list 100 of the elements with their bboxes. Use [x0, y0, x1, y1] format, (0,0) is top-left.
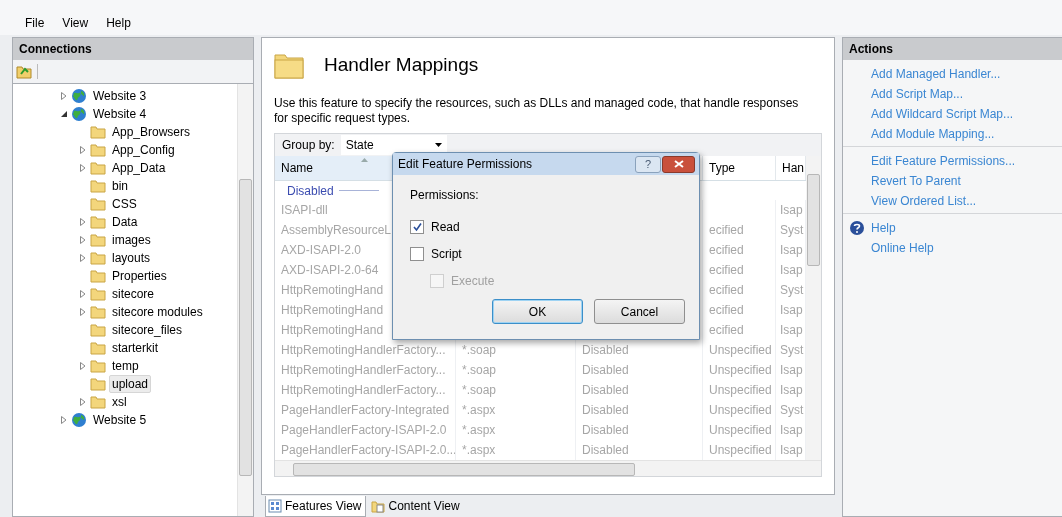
action-link[interactable]: Add Wildcard Script Map... — [871, 107, 1014, 121]
action-link[interactable]: Edit Feature Permissions... — [871, 154, 1016, 168]
folder-page-icon — [371, 499, 386, 513]
tree-item[interactable]: Properties — [109, 267, 170, 285]
collapsed-arrow-icon[interactable] — [60, 92, 68, 100]
tree-item[interactable]: sitecore — [109, 285, 158, 303]
tree-item[interactable]: App_Browsers — [109, 123, 194, 141]
tree-item[interactable]: bin — [109, 177, 131, 195]
collapsed-arrow-icon[interactable] — [79, 254, 87, 262]
checkbox[interactable] — [410, 219, 424, 234]
tree-item[interactable]: Data — [109, 213, 141, 231]
globe-icon — [71, 88, 87, 104]
dialog-button[interactable]: OK — [492, 299, 583, 324]
help-icon — [849, 220, 865, 236]
panel-title: Actions — [843, 38, 1062, 60]
table-cell: Disabled — [576, 420, 703, 440]
action-link[interactable]: Revert To Parent — [871, 174, 961, 188]
grid-icon — [268, 499, 282, 513]
tree-item[interactable]: starterkit — [109, 339, 161, 357]
menu-item[interactable]: View — [53, 13, 98, 32]
tree-item[interactable]: temp — [109, 357, 142, 375]
caret-icon — [434, 143, 442, 147]
scrollbar[interactable] — [806, 156, 821, 460]
folder-icon — [90, 214, 106, 230]
view-tab[interactable]: Features View — [265, 496, 367, 517]
table-cell: *.soap — [456, 360, 576, 380]
menu-item[interactable]: File — [16, 13, 54, 32]
table-cell: *.soap — [456, 380, 576, 400]
table-cell: PageHandlerFactory-ISAPI-2.0 — [275, 420, 456, 440]
folder-icon — [90, 286, 106, 302]
folder-icon — [90, 124, 106, 140]
folder-icon — [90, 268, 106, 284]
collapsed-arrow-icon[interactable] — [79, 362, 87, 370]
table-cell: Unspecified — [703, 340, 776, 360]
action-link[interactable]: Add Module Mapping... — [871, 127, 995, 141]
tree-item[interactable]: upload — [109, 375, 152, 393]
group-header[interactable]: Disabled — [287, 183, 334, 198]
table-cell: Unspecified — [703, 400, 776, 420]
table-cell: *.aspx — [456, 420, 576, 440]
collapsed-arrow-icon[interactable] — [79, 218, 87, 226]
folder-icon — [90, 340, 106, 356]
action-link[interactable]: Add Script Map... — [871, 87, 964, 101]
action-link[interactable]: View Ordered List... — [871, 194, 977, 208]
folder-icon — [90, 196, 106, 212]
dialog-button[interactable]: Cancel — [594, 299, 685, 324]
collapsed-arrow-icon[interactable] — [60, 416, 68, 424]
folder-icon — [90, 160, 106, 176]
collapsed-arrow-icon[interactable] — [79, 308, 87, 316]
table-cell: ecified — [703, 240, 776, 260]
close-button[interactable] — [662, 155, 695, 173]
collapsed-arrow-icon[interactable] — [79, 290, 87, 298]
folder-icon — [90, 358, 106, 374]
tree-item[interactable]: Website 3 — [90, 87, 150, 105]
table-cell: Unspecified — [703, 360, 776, 380]
help-button[interactable]: ? — [635, 155, 661, 173]
folder-icon — [90, 232, 106, 248]
folder-icon — [90, 376, 106, 392]
tree-item[interactable]: App_Config — [109, 141, 178, 159]
column-header[interactable]: Type — [703, 156, 776, 180]
group-by-dropdown[interactable]: State — [340, 135, 447, 155]
table-cell: Unspecified — [703, 420, 776, 440]
folder-icon — [90, 250, 106, 266]
group-by-label: Group by: — [282, 138, 335, 152]
scrollbar[interactable] — [237, 84, 253, 516]
action-link[interactable]: Add Managed Handler... — [871, 67, 1001, 81]
collapsed-arrow-icon[interactable] — [79, 236, 87, 244]
tree-item[interactable]: images — [109, 231, 154, 249]
folder-icon — [90, 322, 106, 338]
table-cell: HttpRemotingHandlerFactory... — [275, 360, 456, 380]
expanded-arrow-icon[interactable] — [60, 110, 68, 118]
globe-icon — [71, 412, 87, 428]
folder-icon — [90, 394, 106, 410]
collapsed-arrow-icon[interactable] — [79, 398, 87, 406]
table-cell: ecified — [703, 300, 776, 320]
close-icon — [673, 160, 684, 168]
collapsed-arrow-icon[interactable] — [79, 146, 87, 154]
checkbox[interactable] — [410, 246, 424, 261]
collapsed-arrow-icon[interactable] — [79, 164, 87, 172]
tree-item[interactable]: layouts — [109, 249, 154, 267]
table-cell: Disabled — [576, 380, 703, 400]
tree-item[interactable]: App_Data — [109, 159, 169, 177]
table-cell: ecified — [703, 260, 776, 280]
tree-item[interactable]: Website 4 — [90, 105, 150, 123]
folder-icon — [90, 142, 106, 158]
table-cell: Disabled — [576, 400, 703, 420]
scrollbar[interactable] — [275, 460, 821, 476]
tree-item[interactable]: Website 5 — [90, 411, 150, 429]
table-cell: *.aspx — [456, 400, 576, 420]
menu-item[interactable]: Help — [97, 13, 140, 32]
folder-arrow-icon[interactable] — [16, 64, 32, 79]
view-tab[interactable]: Content View — [368, 495, 465, 517]
action-link[interactable]: Help — [871, 221, 896, 235]
tree-item[interactable]: CSS — [109, 195, 140, 213]
table-cell: ecified — [703, 320, 776, 340]
folder-icon — [274, 51, 304, 79]
tree-item[interactable]: sitecore modules — [109, 303, 206, 321]
tree-item[interactable]: sitecore_files — [109, 321, 186, 339]
panel-title: Connections — [13, 38, 253, 60]
tree-item[interactable]: xsl — [109, 393, 130, 411]
action-link[interactable]: Online Help — [871, 241, 934, 255]
